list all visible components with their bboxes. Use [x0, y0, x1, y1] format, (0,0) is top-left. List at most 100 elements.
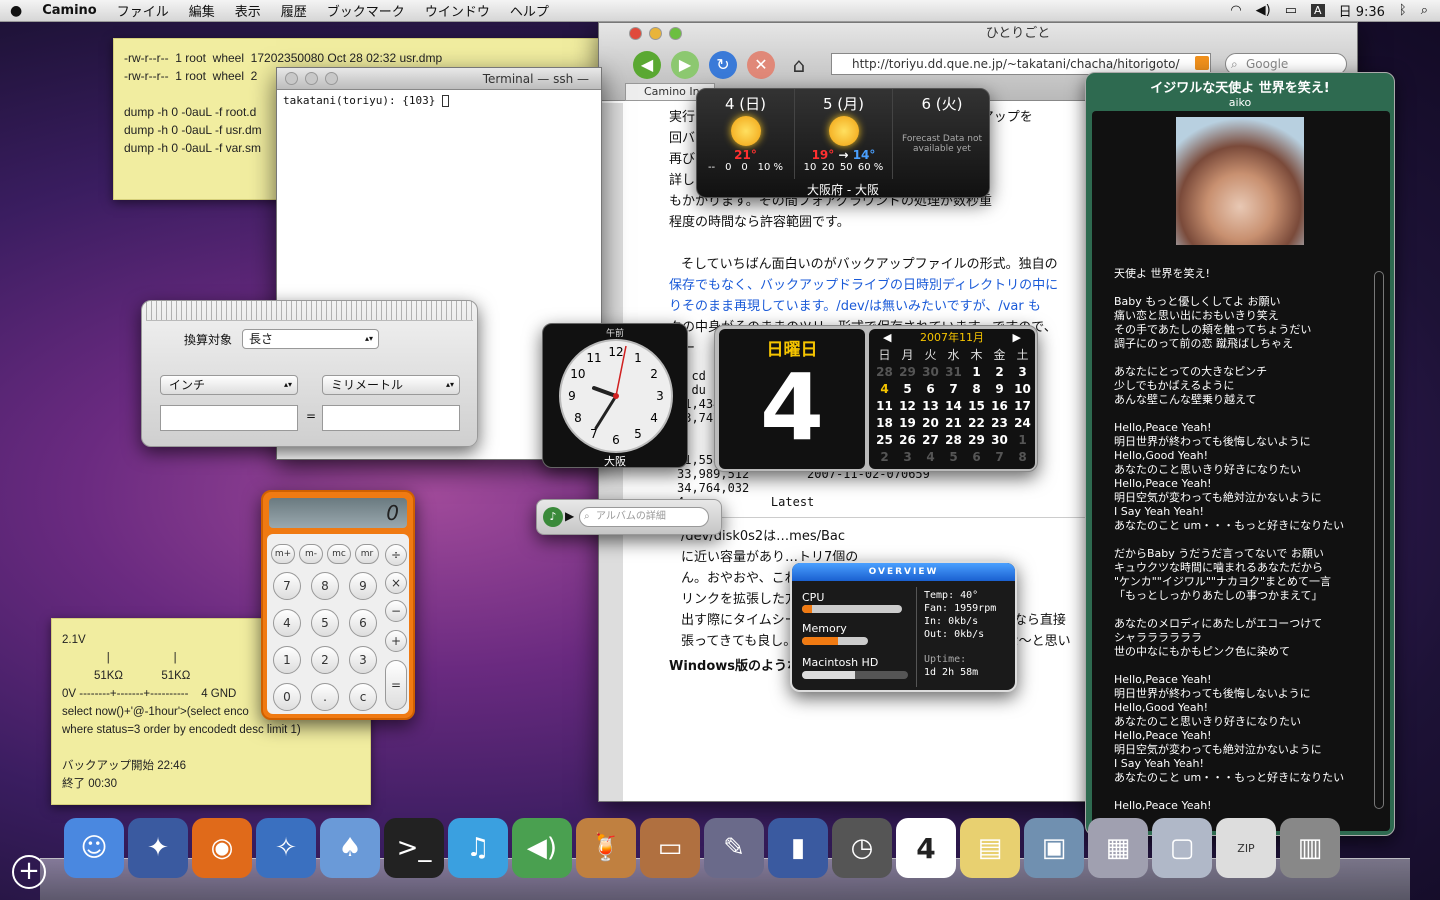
- reload-button[interactable]: ↻: [709, 51, 737, 79]
- forward-button[interactable]: ▶: [671, 51, 699, 79]
- ical-icon[interactable]: 4: [896, 818, 956, 878]
- menu-bookmarks[interactable]: ブックマーク: [317, 1, 415, 20]
- menu-view[interactable]: 表示: [225, 1, 271, 20]
- calc-op-button[interactable]: +: [385, 630, 407, 652]
- calc-digit-button[interactable]: 2: [311, 646, 339, 674]
- calc-digit-button[interactable]: 9: [349, 572, 377, 600]
- from-value-input[interactable]: [160, 405, 298, 431]
- lyrics-scrollbar[interactable]: [1374, 271, 1384, 809]
- pen-icon[interactable]: ✎: [704, 818, 764, 878]
- calendar-day[interactable]: 13: [919, 398, 942, 415]
- calendar-day[interactable]: 30: [988, 432, 1011, 449]
- prev-month-button[interactable]: ◀: [883, 329, 891, 347]
- calendar-day[interactable]: 9: [988, 381, 1011, 398]
- calendar-day[interactable]: 10: [1011, 381, 1034, 398]
- apple-menu-icon[interactable]: ●: [0, 3, 32, 19]
- calendar-day[interactable]: 23: [988, 415, 1011, 432]
- back-button[interactable]: ◀: [633, 51, 661, 79]
- calendar-day[interactable]: 28: [873, 364, 896, 381]
- calc-digit-button[interactable]: c: [349, 683, 377, 711]
- calc-digit-button[interactable]: 1: [273, 646, 301, 674]
- app-menu[interactable]: Camino: [32, 3, 107, 18]
- calc-digit-button[interactable]: 8: [311, 572, 339, 600]
- calendar-day[interactable]: 19: [896, 415, 919, 432]
- calc-digit-button[interactable]: 3: [349, 646, 377, 674]
- calc-mem-button[interactable]: m-: [299, 544, 323, 564]
- calendar-day[interactable]: 20: [919, 415, 942, 432]
- calendar-day[interactable]: 17: [1011, 398, 1034, 415]
- calendar-day[interactable]: 29: [896, 364, 919, 381]
- input-menu-icon[interactable]: A: [1311, 4, 1325, 17]
- character-icon[interactable]: ♠: [320, 818, 380, 878]
- cocktail-icon[interactable]: 🍹: [576, 818, 636, 878]
- calendar-day[interactable]: 12: [896, 398, 919, 415]
- audio-icon[interactable]: ◀): [512, 818, 572, 878]
- calendar-day[interactable]: 4: [919, 449, 942, 466]
- spotlight-icon[interactable]: ⌕: [1421, 3, 1428, 18]
- calendar-day[interactable]: 7: [988, 449, 1011, 466]
- calendar-day[interactable]: 8: [1011, 449, 1034, 466]
- play-icon[interactable]: ▶: [565, 509, 574, 523]
- calendar-day[interactable]: 2: [873, 449, 896, 466]
- calendar-day[interactable]: 24: [1011, 415, 1034, 432]
- terminal-minimize-button[interactable]: [305, 72, 318, 85]
- calendar-day[interactable]: 18: [873, 415, 896, 432]
- calendar-day[interactable]: 14: [942, 398, 965, 415]
- finder-icon[interactable]: ☺: [64, 818, 124, 878]
- calc-mem-button[interactable]: mr: [355, 544, 379, 564]
- calendar-day[interactable]: 8: [965, 381, 988, 398]
- calendar-day[interactable]: 5: [942, 449, 965, 466]
- trash-icon[interactable]: ▥: [1280, 818, 1340, 878]
- terminal-icon[interactable]: >_: [384, 818, 444, 878]
- zip-icon[interactable]: ZIP: [1216, 818, 1276, 878]
- calendar-day[interactable]: 11: [873, 398, 896, 415]
- photo-stack-icon[interactable]: ▦: [1088, 818, 1148, 878]
- menu-file[interactable]: ファイル: [107, 1, 179, 20]
- rss-icon[interactable]: [1195, 56, 1209, 70]
- calendar-day[interactable]: 26: [896, 432, 919, 449]
- battery-icon[interactable]: ▭: [1285, 3, 1297, 18]
- calc-digit-button[interactable]: 6: [349, 609, 377, 637]
- calendar-day[interactable]: 6: [965, 449, 988, 466]
- wifi-icon[interactable]: ◠: [1230, 3, 1241, 18]
- calendar-day[interactable]: 2: [988, 364, 1011, 381]
- volume-icon[interactable]: ◀): [1256, 3, 1271, 18]
- calc-op-button[interactable]: −: [385, 600, 407, 622]
- home-button[interactable]: ⌂: [785, 51, 813, 79]
- calc-digit-button[interactable]: 5: [311, 609, 339, 637]
- terminal-zoom-button[interactable]: [325, 72, 338, 85]
- menu-window[interactable]: ウインドウ: [415, 1, 500, 20]
- calendar-day[interactable]: 5: [896, 381, 919, 398]
- add-button[interactable]: +: [12, 855, 46, 889]
- charts-icon[interactable]: ▮: [768, 818, 828, 878]
- folder-icon[interactable]: ▢: [1152, 818, 1212, 878]
- calc-digit-button[interactable]: 0: [273, 683, 301, 711]
- calc-mem-button[interactable]: mc: [327, 544, 351, 564]
- stop-button[interactable]: ✕: [747, 51, 775, 79]
- calc-op-button[interactable]: ×: [385, 572, 407, 594]
- calc-digit-button[interactable]: 4: [273, 609, 301, 637]
- safari-icon[interactable]: ✧: [256, 818, 316, 878]
- calendar-day[interactable]: 29: [965, 432, 988, 449]
- calendar-day[interactable]: 4: [873, 381, 896, 398]
- next-month-button[interactable]: ▶: [1013, 329, 1021, 347]
- category-select[interactable]: 長さ ▴▾: [242, 329, 379, 349]
- calendar-day[interactable]: 22: [965, 415, 988, 432]
- calc-digit-button[interactable]: 7: [273, 572, 301, 600]
- to-unit-select[interactable]: ミリメートル ▴▾: [322, 375, 460, 395]
- calc-digit-button[interactable]: .: [311, 683, 339, 711]
- calc-op-button[interactable]: ÷: [385, 544, 407, 566]
- calc-equals-button[interactable]: =: [385, 660, 407, 710]
- calendar-day[interactable]: 6: [919, 381, 942, 398]
- photo-icon[interactable]: ▣: [1024, 818, 1084, 878]
- terminal-output[interactable]: takatani(toriyu): {103}: [277, 90, 601, 111]
- to-value-input[interactable]: [322, 405, 460, 431]
- firefox-icon[interactable]: ◉: [192, 818, 252, 878]
- album-search-field[interactable]: ⌕ アルバムの詳細: [579, 507, 709, 527]
- from-unit-select[interactable]: インチ ▴▾: [160, 375, 298, 395]
- menu-edit[interactable]: 編集: [179, 1, 225, 20]
- lyrics-text[interactable]: 天使よ 世界を笑え! Baby もっと優しくしてよ お願い 痛い恋と思い出におもい…: [1114, 267, 1374, 813]
- calendar-day[interactable]: 25: [873, 432, 896, 449]
- calendar-day[interactable]: 21: [942, 415, 965, 432]
- itunes-icon[interactable]: ♫: [448, 818, 508, 878]
